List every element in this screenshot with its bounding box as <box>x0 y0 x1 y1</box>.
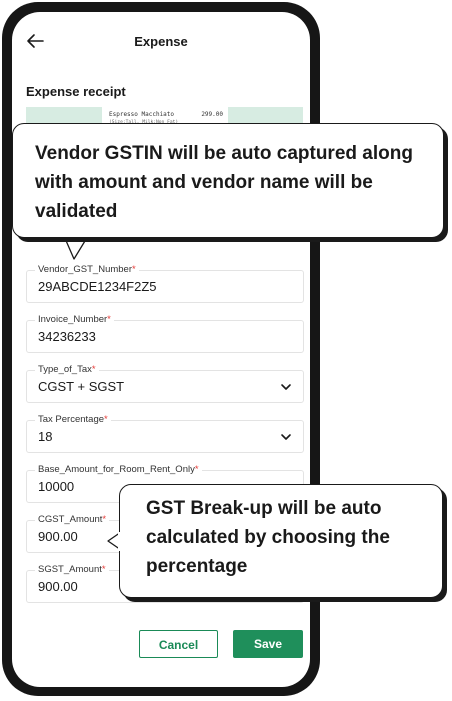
vendor-gstin-callout: Vendor GSTIN will be auto captured along… <box>12 123 444 238</box>
chevron-down-icon[interactable] <box>279 380 293 394</box>
receipt-price: 299.00 <box>201 111 223 118</box>
save-button[interactable]: Save <box>233 630 303 658</box>
cancel-button[interactable]: Cancel <box>139 630 218 658</box>
type-of-tax-select[interactable]: Type_of_Tax* CGST + SGST <box>26 364 304 403</box>
gst-breakup-callout: GST Break-up will be auto calculated by … <box>119 484 443 598</box>
tax-percentage-label: Tax Percentage* <box>35 414 111 425</box>
base-amount-label: Base_Amount_for_Room_Rent_Only* <box>35 464 202 475</box>
base-amount-value: 10000 <box>38 479 75 494</box>
callout-tail-cover <box>65 234 88 237</box>
type-of-tax-label: Type_of_Tax* <box>35 364 99 375</box>
tax-percentage-value: 18 <box>38 429 53 444</box>
callout-tail-cover <box>118 532 122 551</box>
cgst-amount-value: 900.00 <box>38 529 78 544</box>
vendor-gstin-callout-text: Vendor GSTIN will be auto captured along… <box>35 143 413 222</box>
type-of-tax-value: CGST + SGST <box>38 379 125 394</box>
page-title: Expense <box>134 34 188 49</box>
invoice-number-label: Invoice_Number* <box>35 314 114 325</box>
app-header: Expense <box>12 12 310 70</box>
vendor-gst-label: Vendor_GST_Number* <box>35 264 139 275</box>
gst-breakup-callout-text: GST Break-up will be auto calculated by … <box>146 498 390 577</box>
tax-percentage-select[interactable]: Tax Percentage* 18 <box>26 414 304 453</box>
section-title: Expense receipt <box>26 84 126 99</box>
cgst-amount-label: CGST_Amount* <box>35 514 110 525</box>
receipt-item: Espresso Macchiato <box>109 111 175 118</box>
invoice-number-field[interactable]: Invoice_Number* 34236233 <box>26 314 304 353</box>
sgst-amount-value: 900.00 <box>38 579 78 594</box>
vendor-gst-field[interactable]: Vendor_GST_Number* 29ABCDE1234F2Z5 <box>26 264 304 303</box>
chevron-down-icon[interactable] <box>279 430 293 444</box>
invoice-number-value: 34236233 <box>38 329 96 344</box>
vendor-gst-value: 29ABCDE1234F2Z5 <box>38 279 157 294</box>
sgst-amount-label: SGST_Amount* <box>35 564 109 575</box>
